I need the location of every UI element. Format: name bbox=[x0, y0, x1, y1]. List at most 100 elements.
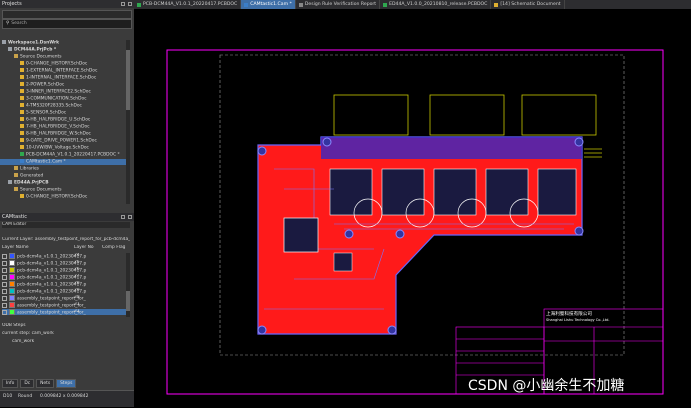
scroll-thumb[interactable] bbox=[126, 291, 130, 311]
tree-item[interactable]: 3-INNER_INTERFACE2.SchDoc bbox=[0, 89, 126, 95]
bottom-tabs: Info Dc Nets Steps bbox=[2, 379, 130, 388]
odb-steps-label: ODB Steps bbox=[2, 323, 26, 328]
tree-item[interactable]: Source Documents bbox=[0, 187, 126, 193]
close-icon[interactable] bbox=[128, 2, 132, 6]
tree-item[interactable]: 1-INTERNAL_INTERFACE.SchDoc bbox=[0, 75, 126, 81]
tree-item[interactable]: DCM44A.PrjPcb * bbox=[0, 47, 126, 53]
bottom-tab-dc[interactable]: Dc bbox=[20, 379, 35, 388]
layer-visible-checkbox[interactable] bbox=[2, 302, 7, 308]
tree-scrollbar[interactable] bbox=[126, 40, 130, 204]
col-comp-flag: Comp Flag bbox=[102, 245, 126, 250]
tree-item[interactable]: 6-HB_HALFBRIDGE_U.SchDoc bbox=[0, 117, 126, 123]
tree-item[interactable]: ED44A.PrjPCB bbox=[0, 180, 126, 186]
layer-row[interactable]: pcb-dcm4a_v1.0.1_20230417.p 27 bbox=[2, 274, 126, 280]
schematic-icon bbox=[20, 75, 24, 79]
tree-item[interactable]: 0-CHANGE_HISTORY.SchDoc bbox=[0, 61, 126, 67]
layer-color-swatch[interactable] bbox=[9, 253, 15, 259]
bottom-tab-nets[interactable]: Nets bbox=[36, 379, 55, 388]
scroll-thumb[interactable] bbox=[126, 50, 130, 110]
layer-color-swatch[interactable] bbox=[9, 309, 15, 315]
tree-item[interactable]: 4-TMS320F28335.SchDoc bbox=[0, 103, 126, 109]
layer-row[interactable]: pcb-dcm4a_v1.0.1_20230417.p 28 bbox=[2, 281, 126, 287]
tree-item-label: Libraries bbox=[20, 166, 39, 172]
layer-row[interactable]: pcb-dcm4a_v1.0.1_20230417.p 25 bbox=[2, 260, 126, 266]
layer-visible-checkbox[interactable] bbox=[2, 253, 7, 259]
layer-row[interactable]: assembly_testpoint_report_for_ 32 bbox=[2, 309, 126, 315]
doc-tab-label: PCB-DCM44A_V1.0.1_20220417.PCBDOC bbox=[143, 2, 238, 7]
dcode: D10 bbox=[3, 394, 13, 399]
tree-item[interactable]: Workspace1.DsnWrk bbox=[0, 40, 126, 46]
layer-color-swatch[interactable] bbox=[9, 302, 15, 308]
layer-visible-checkbox[interactable] bbox=[2, 267, 7, 273]
tree-item-label: 2-POWER.SchDoc bbox=[26, 82, 65, 88]
tree-item-label: 10-UVW/BW_Voltage.SchDoc bbox=[26, 145, 89, 151]
layer-scrollbar[interactable] bbox=[126, 253, 130, 317]
layer-color-swatch[interactable] bbox=[9, 267, 15, 273]
step-item[interactable]: cam_work bbox=[12, 339, 112, 345]
tree-item[interactable]: PCB-DCM44A_V1.0.1_20220417.PCBDOC * bbox=[0, 152, 126, 158]
layer-color-swatch[interactable] bbox=[9, 295, 15, 301]
ic-chip bbox=[333, 252, 353, 272]
layer-color-swatch[interactable] bbox=[9, 288, 15, 294]
layer-color-swatch[interactable] bbox=[9, 274, 15, 280]
search-box[interactable]: ⚲ Search bbox=[2, 19, 132, 29]
pcb-render bbox=[166, 49, 664, 395]
tree-item[interactable]: 2-POWER.SchDoc bbox=[0, 82, 126, 88]
tree-item[interactable]: Source Documents bbox=[0, 54, 126, 60]
tree-item[interactable]: Libraries bbox=[0, 166, 126, 172]
layer-color-swatch[interactable] bbox=[9, 281, 15, 287]
tree-item-label: 5-SENSOR.SchDoc bbox=[26, 110, 67, 116]
layer-visible-checkbox[interactable] bbox=[2, 295, 7, 301]
layer-visible-checkbox[interactable] bbox=[2, 260, 7, 266]
tree-item-label: ED44A.PrjPCB bbox=[14, 180, 49, 186]
tree-item[interactable]: 5-SENSOR.SchDoc bbox=[0, 110, 126, 116]
mcu-chip bbox=[283, 217, 319, 253]
close-icon[interactable] bbox=[128, 215, 132, 219]
tree-item-label: CAMtastic1.Cam * bbox=[26, 159, 66, 165]
tree-item-label: 4-TMS320F28335.SchDoc bbox=[26, 103, 82, 109]
cam-editor-header[interactable]: CAM Editor bbox=[2, 222, 130, 228]
tree-item-label: 7-HB_HALFBRIDGE_V.SchDoc bbox=[26, 124, 90, 130]
layer-row[interactable]: assembly_testpoint_report_for_ 31 bbox=[2, 302, 126, 308]
layer-visible-checkbox[interactable] bbox=[2, 281, 7, 287]
doc-tab[interactable]: Design Rule Verification Report bbox=[296, 0, 381, 9]
tree-item-label: DCM44A.PrjPcb * bbox=[14, 47, 57, 53]
halfbridge-blocks bbox=[329, 168, 577, 216]
tree-item-label: PCB-DCM44A_V1.0.1_20220417.PCBDOC * bbox=[26, 152, 120, 158]
bottom-tab-steps[interactable]: Steps bbox=[56, 379, 77, 388]
layer-visible-checkbox[interactable] bbox=[2, 309, 7, 315]
tree-item[interactable]: 3-COMMUNICATION.SchDoc bbox=[0, 96, 126, 102]
layer-visible-checkbox[interactable] bbox=[2, 288, 7, 294]
tree-item[interactable]: 7-HB_HALFBRIDGE_V.SchDoc bbox=[0, 124, 126, 130]
layer-number: 31 bbox=[74, 302, 80, 307]
layer-row[interactable]: pcb-dcm4a_v1.0.1_20230417.p 29 bbox=[2, 288, 126, 294]
project-icon bbox=[8, 180, 12, 184]
folder-icon bbox=[14, 54, 18, 58]
tree-item-label: 1-EXTERNAL_INTERFACE.SchDoc bbox=[26, 68, 98, 74]
doc-tab[interactable]: ED44A_V1.0.0_20210810_release.PCBDOC bbox=[380, 0, 492, 9]
bottom-tab-info[interactable]: Info bbox=[2, 379, 19, 388]
cam-canvas[interactable]: 上海利蜀科技有限公司 Shanghai Lishu Technology Co.… bbox=[134, 9, 691, 406]
layer-color-swatch[interactable] bbox=[9, 260, 15, 266]
tree-item[interactable]: CAMtastic1.Cam * bbox=[0, 159, 126, 165]
search-placeholder: Search bbox=[11, 21, 27, 26]
doc-tab[interactable]: [14] Schematic Document bbox=[491, 0, 565, 9]
project-toolbar bbox=[2, 10, 132, 19]
tree-item[interactable]: 1-EXTERNAL_INTERFACE.SchDoc bbox=[0, 68, 126, 74]
pin-icon[interactable] bbox=[121, 2, 125, 6]
layer-row[interactable]: assembly_testpoint_report_for_ 30 bbox=[2, 295, 126, 301]
layer-visible-checkbox[interactable] bbox=[2, 274, 7, 280]
tree-item[interactable]: 8-HB_HALFBRIDGE_W.SchDoc bbox=[0, 131, 126, 137]
tree-item[interactable]: 0-CHANGE_HISTORY.SchDoc bbox=[0, 194, 126, 200]
layer-row[interactable]: pcb-dcm4a_v1.0.1_20230417.p 26 bbox=[2, 267, 126, 273]
doc-tab[interactable]: PCB-DCM44A_V1.0.1_20220417.PCBDOC bbox=[134, 0, 242, 9]
company-name-en: Shanghai Lishu Technology Co.,Ltd. bbox=[546, 318, 610, 322]
col-layer-name: Layer Name bbox=[2, 245, 29, 250]
tree-item[interactable]: 9-GATE_DRIVE_POWER1.SchDoc bbox=[0, 138, 126, 144]
tree-item[interactable]: Generated bbox=[0, 173, 126, 179]
pin-icon[interactable] bbox=[121, 215, 125, 219]
tree-item[interactable]: 10-UVW/BW_Voltage.SchDoc bbox=[0, 145, 126, 151]
schematic-icon bbox=[20, 61, 24, 65]
doc-tab[interactable]: CAMtastic1.Cam * bbox=[241, 0, 296, 9]
layer-row[interactable]: pcb-dcm4a_v1.0.1_20230417.p 24 bbox=[2, 253, 126, 259]
